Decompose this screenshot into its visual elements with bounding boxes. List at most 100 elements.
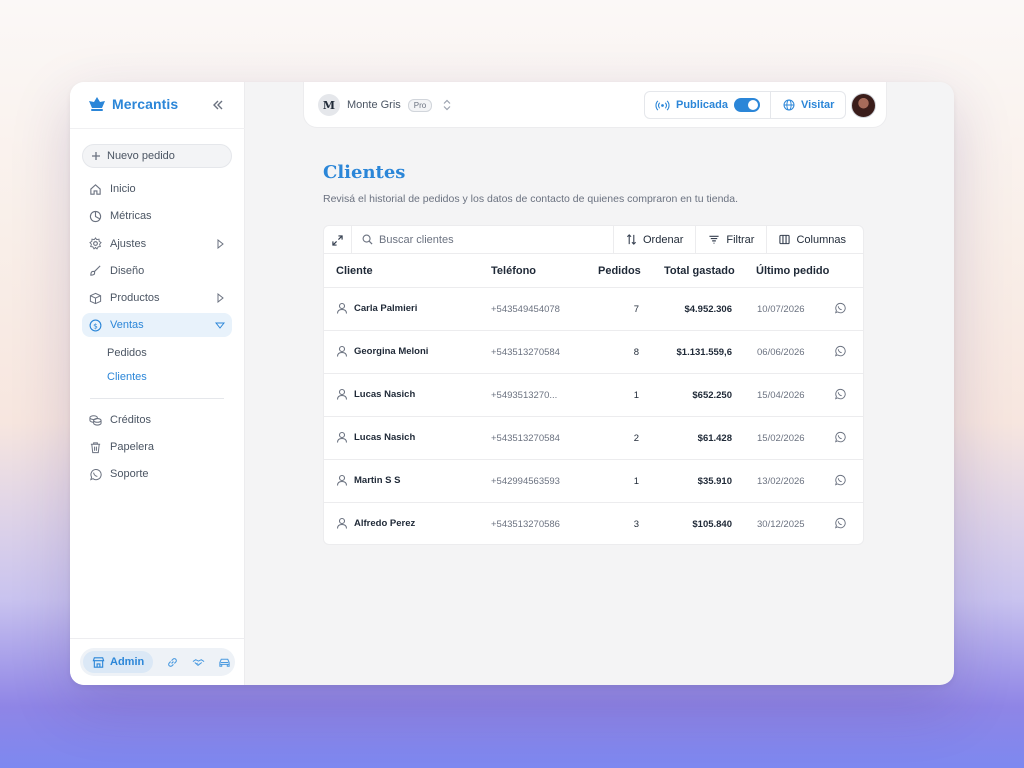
table-row[interactable]: Lucas Nasich +5493513270... 1 $652.250 15/04… — [324, 374, 863, 417]
search-input[interactable]: Buscar clientes — [352, 226, 614, 253]
whatsapp-icon[interactable] — [834, 302, 846, 314]
sidebar-item-productos[interactable]: Productos — [82, 286, 232, 310]
client-name: Lucas Nasich — [354, 431, 416, 443]
client-cell: Alfredo Perez — [336, 517, 415, 529]
home-icon — [88, 182, 102, 196]
sidebar-item-inicio[interactable]: Inicio — [82, 177, 232, 201]
table-toolbar: Buscar clientes Ordenar Filtrar Columnas — [324, 226, 863, 254]
table-row[interactable]: Alfredo Perez +543513270586 3 $105.840 30/12… — [324, 503, 863, 544]
page-subtitle: Revisá el historial de pedidos y los dat… — [323, 193, 739, 205]
user-icon — [336, 345, 348, 357]
sidebar-item-ajustes[interactable]: Ajustes — [82, 232, 232, 256]
columns-icon — [779, 234, 791, 245]
chevron-right-icon — [217, 238, 224, 249]
expand-icon[interactable] — [324, 226, 352, 254]
handshake-icon[interactable] — [191, 655, 205, 669]
search-icon — [362, 234, 373, 245]
mercantis-logo-icon — [89, 97, 105, 111]
whatsapp-icon[interactable] — [834, 388, 846, 400]
search-placeholder: Buscar clientes — [379, 233, 454, 246]
user-avatar[interactable] — [851, 93, 876, 118]
sidebar-item-creditos[interactable]: Créditos — [82, 408, 232, 432]
chevron-right-icon — [217, 293, 224, 304]
client-last-order: 15/04/2026 — [757, 390, 805, 401]
filter-icon — [709, 235, 719, 244]
user-icon — [336, 474, 348, 486]
sort-button[interactable]: Ordenar — [614, 226, 697, 253]
sidebar-item-ventas[interactable]: $ Ventas — [82, 313, 232, 338]
admin-label: Admin — [110, 656, 145, 668]
sidebar-item-label: Diseño — [110, 264, 145, 277]
box-icon — [88, 291, 102, 305]
client-cell: Carla Palmieri — [336, 302, 417, 314]
store-switcher[interactable]: M Monte Gris Pro — [318, 94, 451, 116]
client-total-spent: $61.428 — [697, 433, 732, 444]
user-icon — [336, 388, 348, 400]
table-row[interactable]: Lucas Nasich +543513270584 2 $61.428 15/02/2… — [324, 417, 863, 460]
brush-icon — [88, 264, 102, 278]
divider — [70, 128, 245, 129]
sidebar-nav: Inicio Métricas Ajustes Diseño Productos — [82, 177, 232, 490]
table-row[interactable]: Martin S S +542994563593 1 $35.910 13/02/202… — [324, 460, 863, 503]
filter-button[interactable]: Filtrar — [696, 226, 768, 253]
sort-label: Ordenar — [643, 233, 684, 246]
brand-name: Mercantis — [112, 96, 179, 112]
client-name: Alfredo Perez — [354, 517, 416, 529]
clients-table: Buscar clientes Ordenar Filtrar Columnas… — [323, 225, 864, 545]
sort-icon — [626, 234, 637, 245]
store-icon — [92, 656, 105, 668]
client-orders: 1 — [633, 476, 639, 487]
sidebar-item-papelera[interactable]: Papelera — [82, 435, 232, 459]
admin-button[interactable]: Admin — [83, 651, 154, 673]
user-icon — [336, 302, 348, 314]
sidebar-footer: Admin — [80, 648, 235, 676]
client-last-order: 10/07/2026 — [757, 304, 805, 315]
whatsapp-icon[interactable] — [834, 431, 846, 443]
sidebar-subitem-pedidos[interactable]: Pedidos — [107, 341, 232, 365]
client-last-order: 13/02/2026 — [757, 476, 805, 487]
client-phone: +543513270586 — [491, 519, 560, 530]
columns-button[interactable]: Columnas — [767, 226, 858, 253]
sidebar-item-label: Métricas — [110, 210, 152, 223]
pie-chart-icon — [88, 209, 102, 223]
sidebar-item-metricas[interactable]: Métricas — [82, 204, 232, 228]
coins-icon — [88, 413, 102, 427]
divider — [70, 638, 245, 639]
chevron-up-down-icon — [443, 99, 451, 111]
table-row[interactable]: Georgina Meloni +543513270584 8 $1.131.559,… — [324, 331, 863, 374]
page-title: Clientes — [323, 162, 406, 183]
sidebar-item-label: Ventas — [110, 319, 144, 332]
visit-label: Visitar — [800, 99, 835, 111]
column-header-total[interactable]: Total gastado — [664, 265, 735, 277]
client-cell: Martin S S — [336, 474, 400, 486]
table-row[interactable]: Carla Palmieri +543549454078 7 $4.952.306 10… — [324, 288, 863, 331]
sidebar-item-soporte[interactable]: Soporte — [82, 462, 232, 486]
whatsapp-icon[interactable] — [834, 517, 846, 529]
new-order-button[interactable]: Nuevo pedido — [82, 144, 232, 168]
collapse-sidebar-icon[interactable] — [210, 97, 226, 113]
sidebar-item-diseno[interactable]: Diseño — [82, 259, 232, 283]
client-total-spent: $4.952.306 — [684, 304, 732, 315]
brand[interactable]: Mercantis — [88, 96, 178, 112]
svg-text:$: $ — [93, 321, 98, 330]
whatsapp-icon[interactable] — [834, 345, 846, 357]
client-phone: +543549454078 — [491, 304, 560, 315]
column-header-client[interactable]: Cliente — [336, 265, 373, 277]
toggle-switch[interactable] — [733, 98, 760, 112]
link-icon[interactable] — [165, 655, 179, 669]
app-window: Mercantis Nuevo pedido Inicio Métricas A… — [70, 82, 954, 685]
sidebar-subitem-clientes[interactable]: Clientes — [107, 365, 232, 389]
column-header-orders[interactable]: Pedidos — [598, 265, 641, 277]
filter-label: Filtrar — [726, 233, 755, 246]
car-icon[interactable] — [217, 655, 231, 669]
sidebar-item-label: Inicio — [110, 183, 136, 195]
client-orders: 7 — [633, 304, 639, 315]
whatsapp-icon[interactable] — [834, 474, 846, 486]
visit-button[interactable]: Visitar — [771, 92, 846, 118]
column-header-last-order[interactable]: Último pedido — [756, 265, 829, 277]
published-toggle[interactable]: Publicada — [645, 92, 771, 118]
client-cell: Georgina Meloni — [336, 345, 428, 357]
client-cell: Lucas Nasich — [336, 431, 415, 443]
sidebar: Mercantis Nuevo pedido Inicio Métricas A… — [70, 82, 245, 685]
column-header-phone[interactable]: Teléfono — [491, 265, 536, 277]
